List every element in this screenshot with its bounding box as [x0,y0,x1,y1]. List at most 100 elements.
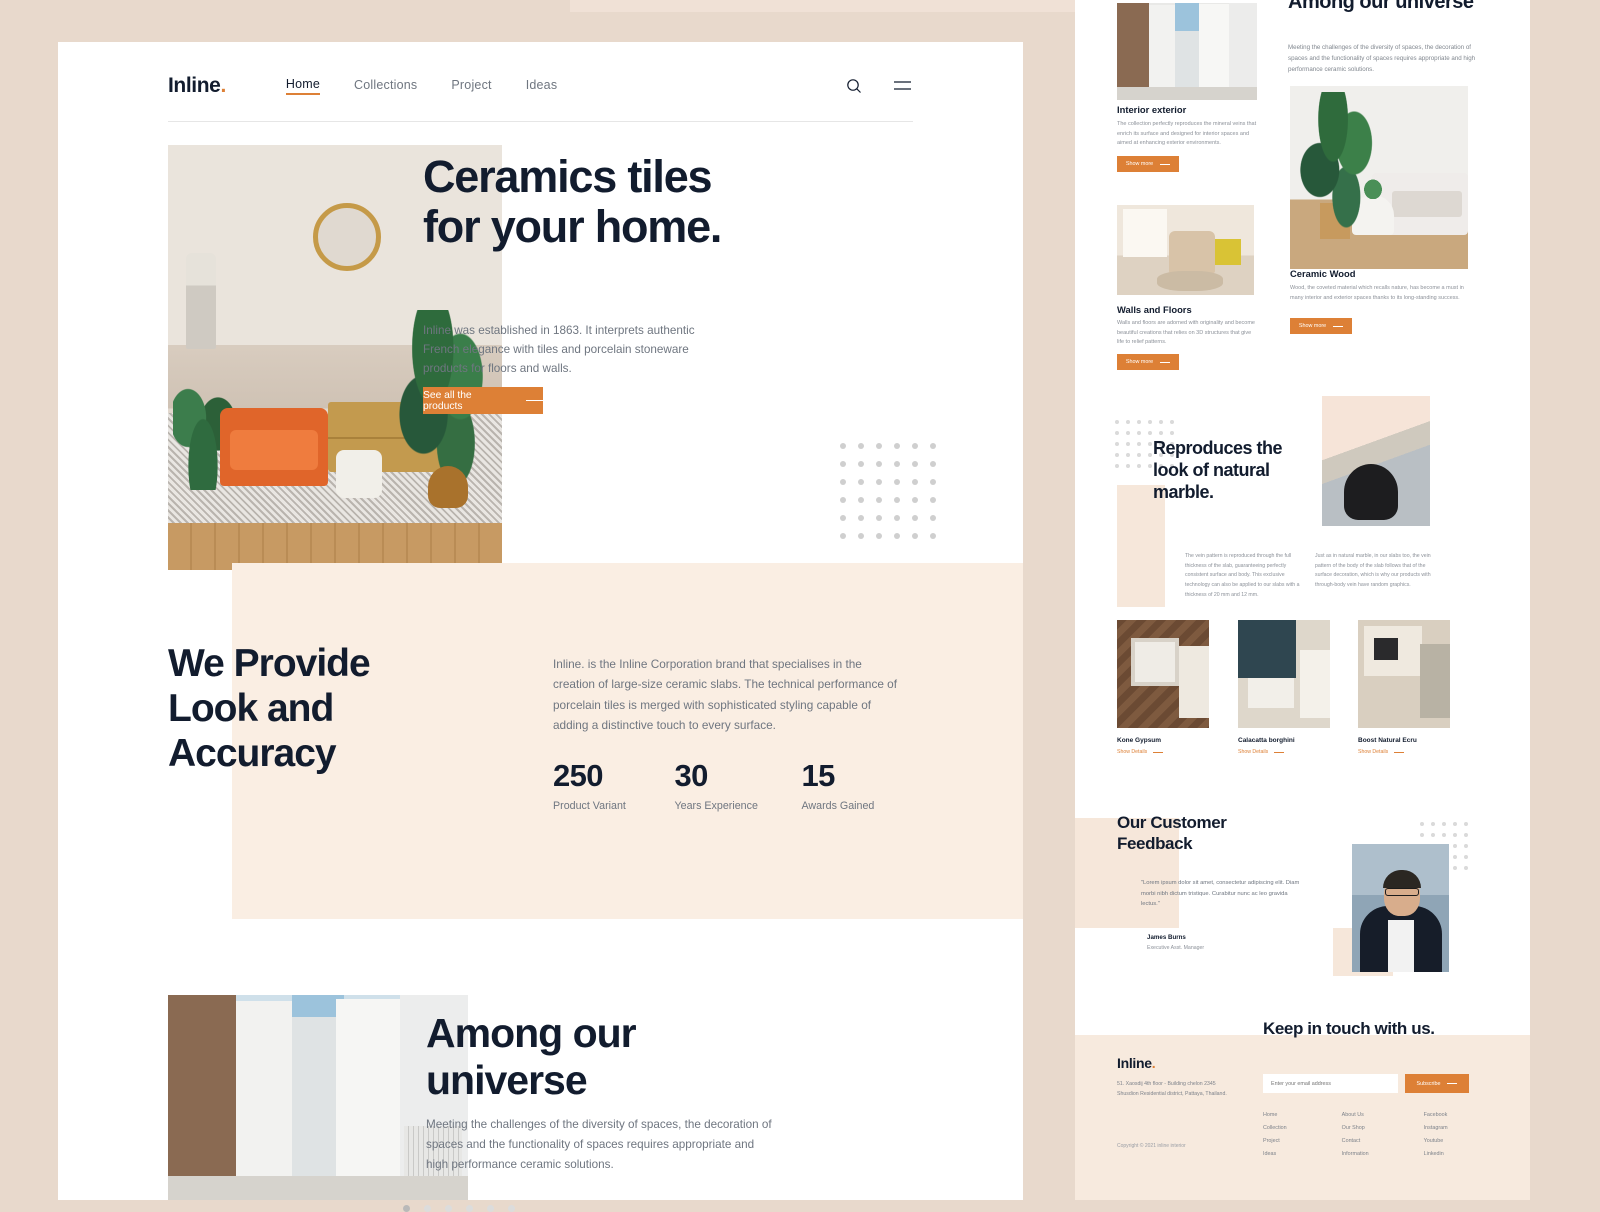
dot [876,533,882,539]
dot [840,461,846,467]
subscribe-button[interactable]: Subscribe [1405,1074,1469,1093]
dot [912,461,918,467]
dot [1464,833,1468,837]
product-card-kone-gypsum[interactable]: Kone Gypsum Show Details [1117,620,1209,755]
arrow-dash-icon [1447,1083,1458,1084]
dot [1431,822,1435,826]
nav-link-collections[interactable]: Collections [354,78,417,94]
dot [1170,431,1174,435]
brand-logo[interactable]: Inline. [168,74,226,98]
stat-awards-gained: 15 Awards Gained [801,760,923,812]
decorative-dot-grid [840,443,948,551]
dot [930,497,936,503]
dot [1442,833,1446,837]
dot [894,461,900,467]
pagination-dot[interactable] [424,1205,431,1212]
card-description-ceramic-wood: Wood, the coveted material which recalls… [1290,285,1464,301]
dot [840,515,846,521]
stat-value: 15 [801,758,835,793]
show-more-label: Show more [1125,359,1154,365]
footer-link[interactable]: Facebook [1424,1112,1448,1118]
dot [1464,844,1468,848]
product-card-boost-natural-ecru[interactable]: Boost Natural Ecru Show Details [1358,620,1450,755]
dot [1148,453,1152,457]
nav-link-project[interactable]: Project [451,78,491,94]
footer-link[interactable]: Collection [1263,1125,1287,1131]
footer-link[interactable]: Our Shop [1342,1125,1369,1131]
footer-link[interactable]: Instagram [1424,1125,1448,1131]
product-card-calacatta-borghini[interactable]: Calacatta borghini Show Details [1238,620,1330,755]
dot [1148,442,1152,446]
footer-logo-text: Inline [1117,1055,1152,1071]
show-details-label: Show Details [1117,749,1148,755]
pagination-dot[interactable] [466,1205,473,1212]
dot [1453,822,1457,826]
hero-description: Inline was established in 1863. It inter… [423,324,695,375]
customer-feedback-title: Our Customer Feedback [1117,813,1227,854]
right-universe-title: Among our universe [1288,0,1474,13]
customer-role: Executive Asst. Manager [1147,945,1205,951]
show-details-link[interactable]: Show Details [1238,749,1330,755]
show-more-button-interior-exterior[interactable]: Show more [1117,156,1179,172]
background-panel-top [570,0,1110,12]
dot [858,443,864,449]
footer-link[interactable]: Home [1263,1112,1287,1118]
marble-table-image [1322,396,1430,526]
footer-link[interactable]: Project [1263,1138,1287,1144]
search-icon[interactable] [843,75,865,97]
footer-column-company: About Us Our Shop Contact Information [1342,1112,1369,1157]
footer-link[interactable]: Ideas [1263,1151,1287,1157]
nav-link-home[interactable]: Home [285,77,321,95]
product-name: Kone Gypsum [1117,737,1162,744]
secondary-landing-page-preview: Among our universe Meeting the challenge… [1075,0,1530,1200]
footer-column-social: Facebook Instagram Youtube Linkedin [1424,1112,1448,1157]
footer-link[interactable]: About Us [1342,1112,1369,1118]
universe-section-description: Meeting the challenges of the diversity … [426,1118,772,1171]
dot [1115,431,1119,435]
dot [1115,453,1119,457]
pagination-dot[interactable] [403,1205,410,1212]
footer-link[interactable]: Youtube [1424,1138,1448,1144]
dot [1115,420,1119,424]
universe-section-title: Among our universe [426,1010,637,1103]
dot [1126,431,1130,435]
show-more-button-walls-and-floors[interactable]: Show more [1117,354,1179,370]
stat-label: Years Experience [674,800,758,812]
nav-link-ideas[interactable]: Ideas [526,78,558,94]
newsletter-email-input[interactable] [1263,1074,1398,1093]
subscribe-label: Subscribe [1416,1080,1441,1087]
dot [1126,453,1130,457]
dot [876,515,882,521]
show-more-label: Show more [1298,323,1327,329]
show-details-link[interactable]: Show Details [1117,749,1209,755]
card-description-walls-and-floors: Walls and floors are adorned with origin… [1117,320,1255,346]
footer-link[interactable]: Information [1342,1151,1369,1157]
dot [1126,420,1130,424]
universe-image [168,995,468,1200]
marble-paragraph-2: Just as in natural marble, in our slabs … [1315,553,1431,588]
see-all-products-button[interactable]: See all the products [423,387,543,414]
hamburger-menu-icon[interactable] [891,75,913,97]
stat-value: 250 [553,758,604,793]
card-title-ceramic-wood: Ceramic Wood [1290,268,1356,279]
footer-link[interactable]: Contact [1342,1138,1369,1144]
nav-links: Home Collections Project Ideas [285,77,558,95]
dot [1453,833,1457,837]
stat-years-experience: 30 Years Experience [675,760,802,812]
footer-link[interactable]: Linkedin [1424,1151,1448,1157]
product-thumbnail [1358,620,1450,728]
dot [858,461,864,467]
show-details-link[interactable]: Show Details [1358,749,1450,755]
dot [858,497,864,503]
pagination-dot[interactable] [487,1205,494,1212]
dot [1453,866,1457,870]
carousel-pagination[interactable] [403,1205,515,1212]
dot [1464,822,1468,826]
footer-brand-logo[interactable]: Inline. [1117,1055,1156,1071]
show-more-button-ceramic-wood[interactable]: Show more [1290,318,1352,334]
arrow-dash-icon [526,399,543,402]
pagination-dot[interactable] [508,1205,515,1212]
dot [894,533,900,539]
dot [930,461,936,467]
pagination-dot[interactable] [445,1205,452,1212]
